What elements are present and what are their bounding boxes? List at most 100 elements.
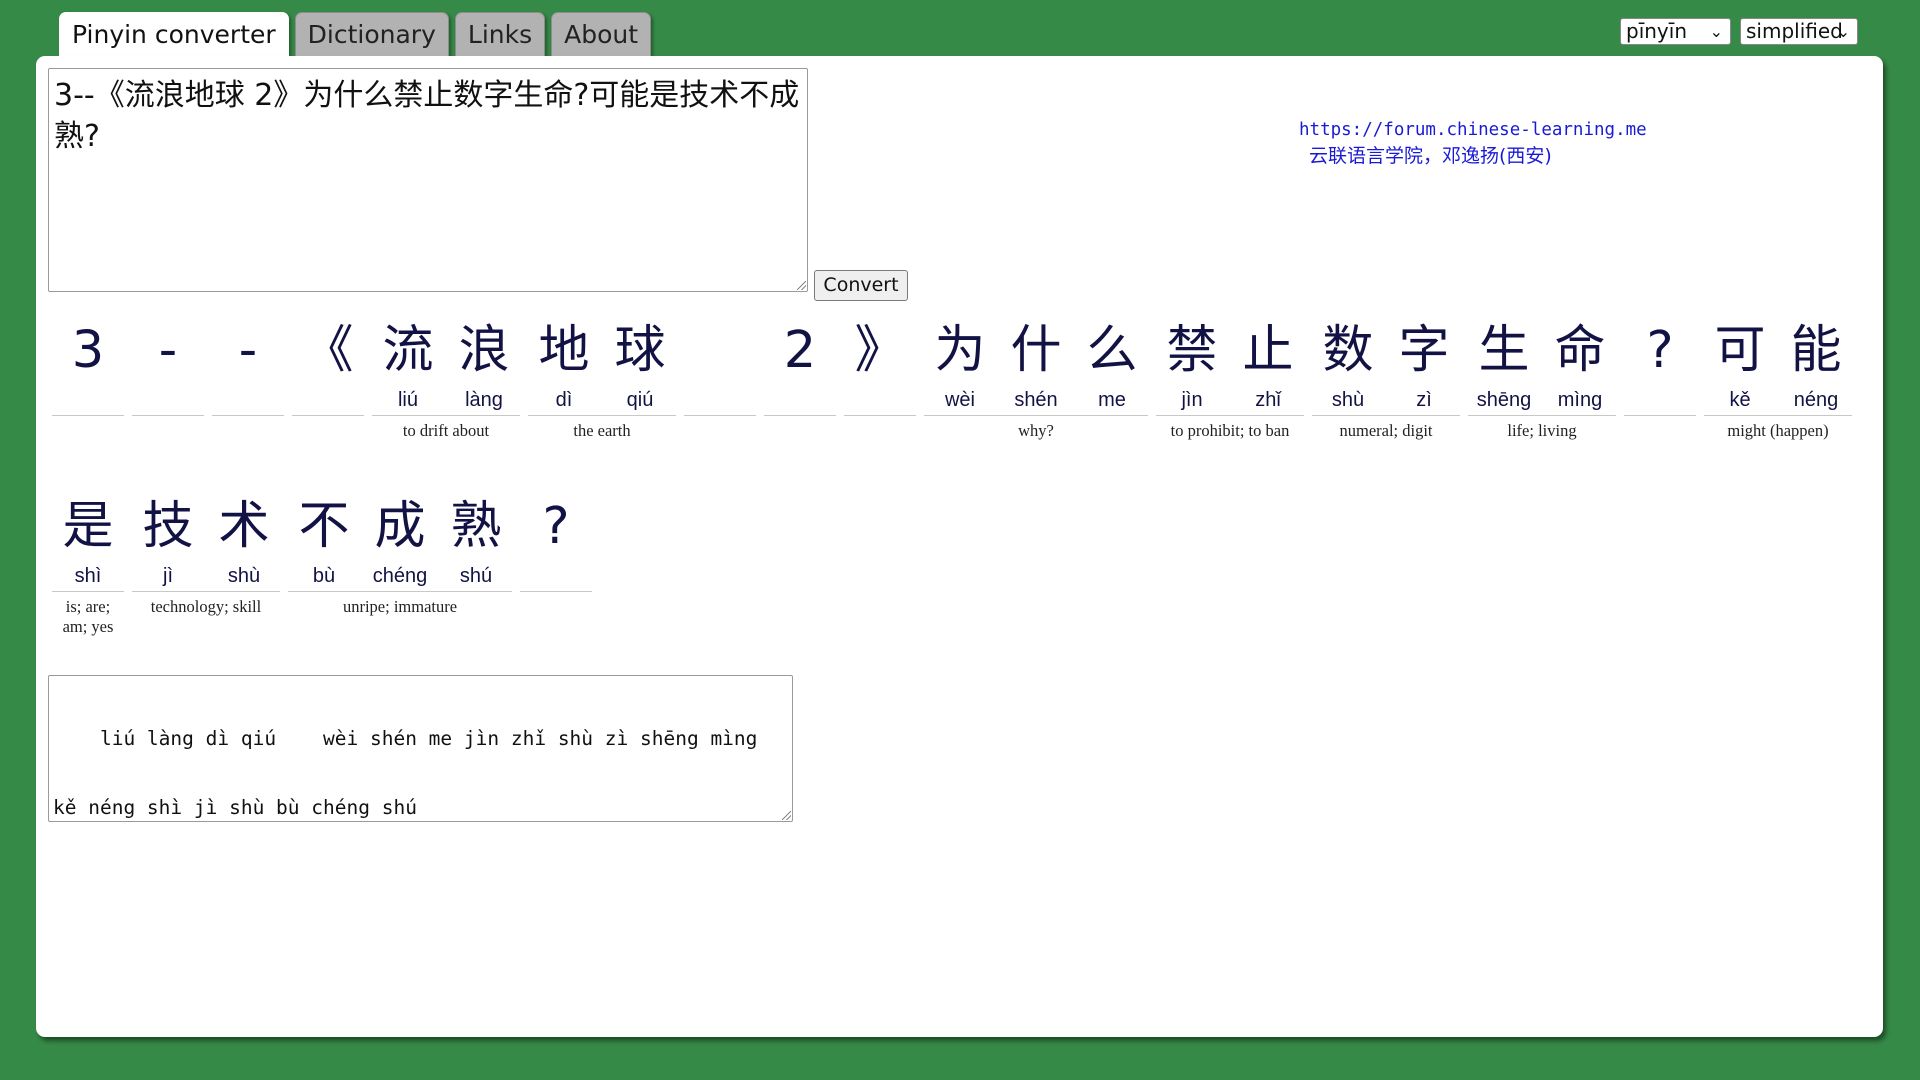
char-cell: 可 kě [1704, 316, 1776, 414]
forum-link[interactable]: https://forum.chinese-learning.me [1299, 120, 1647, 140]
hanzi-char: 《 [302, 321, 354, 380]
annotation-row-2: 是 shì is; are; am; yes 技 jì 术 shù technology; s… [52, 492, 592, 637]
pinyin-syllable [844, 386, 916, 414]
word-chars: 技 jì 术 shù [132, 492, 280, 592]
annotation-row-1: 3- - 《流 liú 浪 làng to drift about 地 dì 球 qiú the ea… [52, 316, 1852, 441]
tab-pinyin-converter[interactable]: Pinyin converter [59, 12, 289, 58]
char-cell: 禁 jìn [1156, 316, 1228, 414]
char-cell: 止 zhǐ [1232, 316, 1304, 414]
hanzi-char: 流 [382, 321, 434, 380]
hanzi-char: 止 [1242, 321, 1294, 380]
script-select-value: simplified [1746, 19, 1843, 43]
hanzi-char: 浪 [458, 321, 510, 380]
hanzi-char: - [238, 321, 258, 380]
word-definition [212, 416, 284, 421]
word-chars: 流 liú 浪 làng [372, 316, 520, 416]
word-group: 不 bù 成 chéng 熟 shú unripe; immature [288, 492, 512, 617]
char-cell [684, 316, 756, 414]
convert-button[interactable]: Convert [814, 270, 908, 301]
char-cell: 浪 làng [448, 316, 520, 414]
chevron-down-icon: ⌄ [1836, 22, 1850, 41]
pinyin-syllable: shù [1331, 389, 1365, 411]
word-group: 禁 jìn 止 zhǐ to prohibit; to ban [1156, 316, 1304, 441]
hanzi-char: - [158, 321, 178, 380]
word-definition [844, 416, 916, 421]
word-chars: ? [1624, 316, 1696, 416]
char-cell: 球 qiú [604, 316, 676, 414]
word-chars: 禁 jìn 止 zhǐ [1156, 316, 1304, 416]
pinyin-syllable: zì [1416, 389, 1432, 411]
hanzi-char: 成 [374, 497, 426, 556]
char-cell: 不 bù [288, 492, 360, 590]
word-group: 地 dì 球 qiú the earth [528, 316, 676, 441]
char-cell: 地 dì [528, 316, 600, 414]
word-definition: to drift about [402, 421, 490, 440]
word-chars: 2 [764, 316, 836, 416]
word-group: 2 [764, 316, 836, 421]
pinyin-syllable: shēng [1476, 389, 1532, 411]
hanzi-char [684, 316, 756, 386]
hanzi-char: 命 [1554, 321, 1606, 380]
resize-handle-icon[interactable] [782, 811, 791, 820]
credit-org: 云联语言学院，邓逸扬(西安) [1309, 145, 1552, 167]
word-group: ? [520, 492, 592, 597]
word-chars: 是 shì [52, 492, 124, 592]
pinyin-syllable: wèi [944, 389, 975, 411]
pinyin-syllable: dì [555, 389, 573, 411]
word-definition [764, 416, 836, 421]
pinyin-syllable [684, 386, 756, 414]
word-chars: ? [520, 492, 592, 592]
word-definition: unripe; immature [342, 597, 458, 616]
word-definition: to prohibit; to ban [1170, 421, 1290, 440]
char-cell: - [132, 316, 204, 414]
hanzi-char: 生 [1478, 321, 1530, 380]
word-definition: technology; skill [150, 597, 262, 616]
hanzi-char: 字 [1398, 321, 1450, 380]
word-group: 生 shēng 命 mìng life; living [1468, 316, 1616, 441]
word-group: 》 [844, 316, 916, 421]
pinyin-syllable: shì [74, 565, 102, 587]
hanzi-char: 熟 [450, 497, 502, 556]
hanzi-char: ? [1646, 321, 1674, 380]
char-cell: 成 chéng [364, 492, 436, 590]
tab-about[interactable]: About [551, 12, 652, 56]
word-definition [292, 416, 364, 421]
pinyin-output[interactable]: liú làng dì qiú wèi shén me jìn zhǐ shù … [48, 675, 793, 822]
option-selects: pīnyīn ⌄ simplified ⌄ [1620, 18, 1858, 45]
mode-select-value: pīnyīn [1626, 19, 1687, 43]
tab-links[interactable]: Links [454, 12, 546, 56]
char-cell: 生 shēng [1468, 316, 1540, 414]
pinyin-syllable: jì [163, 565, 173, 587]
word-group: 为 wèi 什 shén 么 me why? [924, 316, 1148, 441]
word-group: 《 [292, 316, 364, 421]
mode-select[interactable]: pīnyīn ⌄ [1620, 18, 1731, 45]
word-group: 流 liú 浪 làng to drift about [372, 316, 520, 441]
pinyin-syllable: néng [1793, 389, 1839, 411]
word-definition: might (happen) [1727, 421, 1829, 440]
script-select[interactable]: simplified ⌄ [1740, 18, 1858, 45]
hanzi-char: 术 [218, 497, 270, 556]
word-group: 数 shù 字 zì numeral; digit [1312, 316, 1460, 441]
word-group: 可 kě 能 néng might (happen) [1704, 316, 1852, 441]
pinyin-syllable: chéng [372, 565, 428, 587]
char-cell: 》 [844, 316, 916, 414]
word-chars: 数 shù 字 zì [1312, 316, 1460, 416]
hanzi-char: 数 [1322, 321, 1374, 380]
chinese-input[interactable]: 3--《流浪地球 2》为什么禁止数字生命?可能是技术不成熟? [48, 68, 808, 292]
char-cell: 技 jì [132, 492, 204, 590]
tab-dictionary[interactable]: Dictionary [294, 12, 449, 56]
word-chars: 可 kě 能 néng [1704, 316, 1852, 416]
hanzi-char: 》 [854, 321, 906, 380]
pinyin-syllable: me [1098, 389, 1126, 411]
word-chars: 不 bù 成 chéng 熟 shú [288, 492, 512, 592]
hanzi-char: 么 [1086, 321, 1138, 380]
word-definition: why? [1018, 421, 1054, 440]
hanzi-char: 球 [614, 321, 666, 380]
resize-handle-icon[interactable] [797, 281, 806, 290]
pinyin-syllable [212, 386, 284, 414]
word-group: 技 jì 术 shù technology; skill [132, 492, 280, 617]
pinyin-syllable: zhǐ [1255, 389, 1281, 411]
word-chars [684, 316, 756, 416]
word-definition: numeral; digit [1339, 421, 1433, 440]
char-cell: 么 me [1076, 316, 1148, 414]
